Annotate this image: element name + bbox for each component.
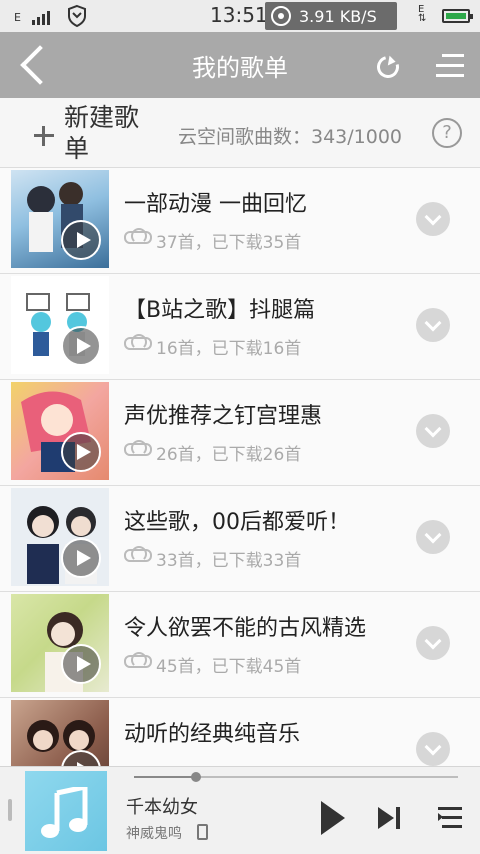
data-activity-icon: E ⇅ [418, 4, 427, 24]
album-art[interactable] [25, 771, 107, 851]
play-icon[interactable] [61, 220, 101, 260]
playlist-cover [11, 594, 109, 692]
playlist-meta: 45首，已下载45首 [156, 657, 302, 677]
playlist-cover [11, 700, 109, 766]
network-type: E [14, 11, 21, 24]
new-playlist-bar: 新建歌单 云空间歌曲数：343/1000 ? [0, 98, 480, 168]
mini-player[interactable]: 千本幼女 神威鬼鸣 [0, 766, 480, 854]
network-speed-badge: 3.91 KB/S [265, 2, 397, 30]
status-bar: E 13:51 3.91 KB/S E ⇅ [0, 0, 480, 32]
shield-icon [68, 4, 86, 28]
play-icon[interactable] [61, 644, 101, 684]
music-note-icon [41, 787, 88, 838]
menu-button[interactable] [428, 48, 472, 84]
playlist-row[interactable]: 这些歌，00后都爱听！ 33首，已下载33首 [0, 486, 480, 592]
chevron-down-icon[interactable] [416, 308, 450, 342]
cloud-icon [124, 440, 152, 456]
playlist-title: 声优推荐之钉宫理惠 [124, 404, 323, 429]
playlist-title: 一部动漫 一曲回忆 [124, 192, 307, 217]
data-label: E [418, 4, 425, 15]
refresh-icon [372, 51, 404, 83]
playlist-cover [11, 276, 109, 374]
playlist-title: 动听的经典纯音乐 [124, 722, 301, 747]
playlist-row[interactable]: 动听的经典纯音乐 [0, 698, 480, 766]
chevron-down-icon[interactable] [416, 202, 450, 236]
chevron-down-icon[interactable] [416, 414, 450, 448]
app-header: 我的歌单 [0, 32, 480, 98]
song-title: 千本幼女 [126, 797, 198, 818]
play-icon[interactable] [61, 432, 101, 472]
playlist-meta: 33首，已下载33首 [156, 551, 302, 571]
page-title: 我的歌单 [192, 54, 288, 82]
chevron-down-icon[interactable] [416, 520, 450, 554]
playlist-queue-button[interactable] [438, 807, 462, 829]
chevron-down-icon[interactable] [416, 732, 450, 766]
play-button[interactable] [318, 801, 348, 835]
plus-icon [34, 126, 54, 146]
phone-icon [197, 824, 208, 840]
cloud-icon [124, 228, 152, 244]
drag-handle[interactable] [8, 799, 12, 821]
playlist-meta: 16首，已下载16首 [156, 339, 302, 359]
playlist-meta: 26首，已下载26首 [156, 445, 302, 465]
playlist-title: 【B站之歌】抖腿篇 [124, 298, 316, 323]
new-playlist-label: 新建歌单 [64, 103, 140, 163]
network-speed: 3.91 KB/S [299, 6, 377, 26]
playlist-cover [11, 488, 109, 586]
play-icon[interactable] [61, 538, 101, 578]
artist-name: 神威鬼鸣 [126, 826, 182, 842]
cloud-icon [124, 652, 152, 668]
playlist-meta: 37首，已下载35首 [156, 233, 302, 253]
help-button[interactable]: ? [432, 118, 462, 148]
playlist-list[interactable]: 一部动漫 一曲回忆 37首，已下载35首 【B站之歌】抖腿篇 16首，已下载16… [0, 168, 480, 766]
play-icon[interactable] [61, 326, 101, 366]
chevron-down-icon[interactable] [416, 626, 450, 660]
new-playlist-button[interactable]: 新建歌单 [30, 102, 160, 164]
playlist-row[interactable]: 【B站之歌】抖腿篇 16首，已下载16首 [0, 274, 480, 380]
playlist-title: 令人欲罢不能的古风精选 [124, 616, 367, 641]
signal-icon [32, 9, 56, 25]
battery-icon [442, 9, 473, 23]
data-saver-icon [271, 6, 291, 26]
cloud-icon [124, 334, 152, 350]
cloud-icon [124, 546, 152, 562]
back-button[interactable] [10, 40, 60, 90]
playlist-title: 这些歌，00后都爱听！ [124, 510, 350, 535]
progress-knob[interactable] [190, 772, 201, 782]
next-button[interactable] [378, 805, 404, 831]
progress-bar[interactable] [134, 772, 458, 782]
progress-fill [134, 776, 196, 778]
playlist-cover [11, 170, 109, 268]
sync-button[interactable] [368, 46, 408, 86]
playlist-row[interactable]: 一部动漫 一曲回忆 37首，已下载35首 [0, 168, 480, 274]
clock: 13:51 [210, 3, 268, 27]
playlist-cover [11, 382, 109, 480]
playlist-row[interactable]: 声优推荐之钉宫理惠 26首，已下载26首 [0, 380, 480, 486]
cloud-song-count: 云空间歌曲数：343/1000 [178, 126, 403, 148]
playlist-row[interactable]: 令人欲罢不能的古风精选 45首，已下载45首 [0, 592, 480, 698]
